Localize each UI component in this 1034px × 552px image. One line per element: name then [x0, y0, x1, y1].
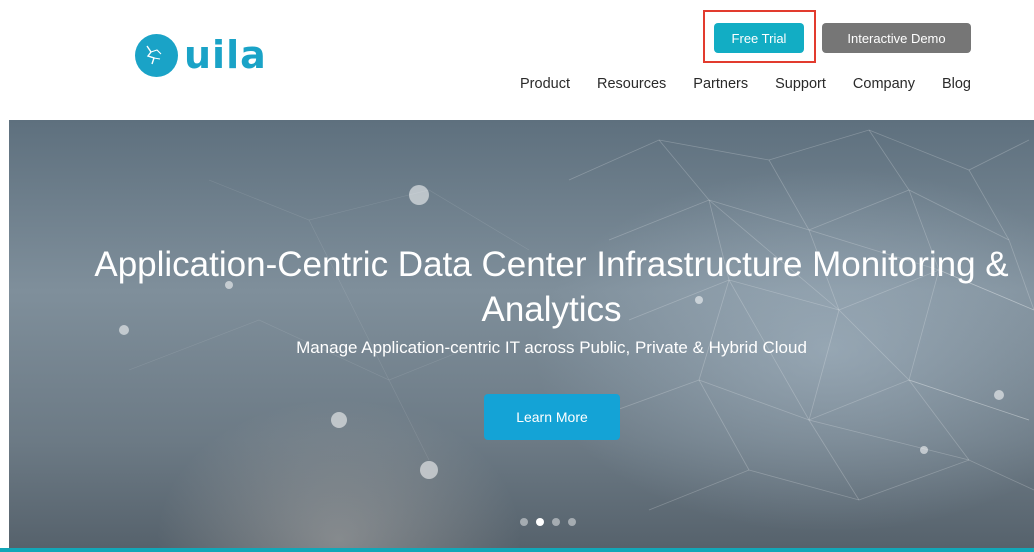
accent-bar: [0, 548, 1034, 552]
logo-text: uila: [184, 33, 267, 77]
main-nav: Product Resources Partners Support Compa…: [520, 72, 971, 96]
hero-banner: Application-Centric Data Center Infrastr…: [9, 120, 1034, 548]
free-trial-button[interactable]: Free Trial: [714, 23, 804, 53]
site-header: uila Free Trial Interactive Demo Product…: [0, 0, 1034, 120]
nav-item-product[interactable]: Product: [520, 72, 570, 96]
carousel-dot-2[interactable]: [536, 518, 544, 526]
nav-item-support[interactable]: Support: [775, 72, 826, 96]
carousel-dot-3[interactable]: [552, 518, 560, 526]
hero-subtitle: Manage Application-centric IT across Pub…: [296, 338, 807, 357]
logo-mark-icon: [135, 33, 178, 77]
carousel-dot-4[interactable]: [568, 518, 576, 526]
carousel-dot-1[interactable]: [520, 518, 528, 526]
hero-title-line2: Analytics: [481, 290, 622, 329]
uila-logo[interactable]: uila: [135, 33, 267, 77]
learn-more-button[interactable]: Learn More: [484, 394, 620, 440]
nav-item-blog[interactable]: Blog: [942, 72, 971, 96]
carousel-dots: [520, 518, 576, 526]
nav-item-partners[interactable]: Partners: [693, 72, 748, 96]
hero-title-line1: Application-Centric Data Center Infrastr…: [94, 245, 1009, 284]
interactive-demo-button[interactable]: Interactive Demo: [822, 23, 971, 53]
network-background: [119, 129, 1034, 511]
nav-item-resources[interactable]: Resources: [597, 72, 666, 96]
nav-item-company[interactable]: Company: [853, 72, 915, 96]
